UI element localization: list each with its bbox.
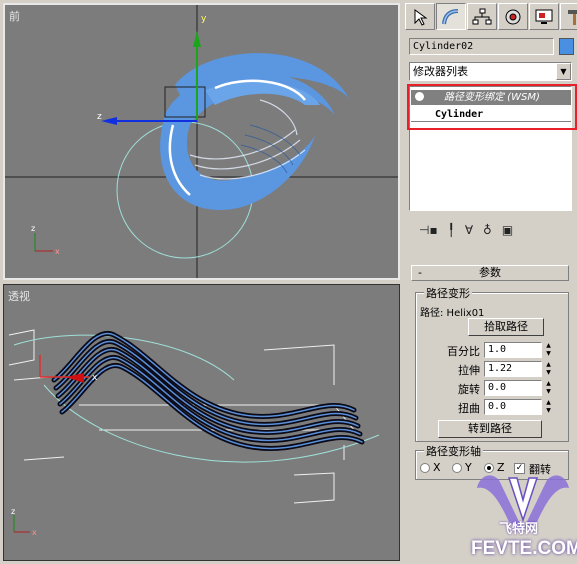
configure-sets-icon[interactable]: ▣	[502, 223, 513, 237]
fevte-watermark: 飞特网 FEVTE.COM	[469, 460, 577, 564]
twist-spinner-arrows[interactable]: ▲ ▼	[544, 399, 553, 415]
persp-corner-x-label: x	[32, 528, 37, 537]
hierarchy-tab[interactable]	[467, 3, 497, 30]
front-viewport-label[interactable]: 前	[9, 8, 20, 24]
front-corner-x-label: x	[55, 247, 60, 256]
pick-path-button[interactable]: 拾取路径	[468, 318, 544, 336]
chevron-down-icon[interactable]: ▼	[556, 63, 571, 80]
stretch-spinner-arrows[interactable]: ▲ ▼	[544, 361, 553, 377]
path-deform-group: 路径变形 路径: Helix01 拾取路径 百分比 1.0 ▲ ▼ 拉伸 1.22…	[415, 285, 569, 442]
axis-x-radio[interactable]	[420, 463, 430, 473]
perspective-viewport-scene: x z x	[8, 329, 380, 537]
twist-input[interactable]: 0.0	[484, 399, 542, 415]
create-cursor-icon	[414, 8, 428, 26]
front-viewport-scene: y z z x	[5, 5, 398, 278]
rotation-input[interactable]: 0.0	[484, 380, 542, 396]
modify-tab[interactable]	[436, 3, 466, 30]
percent-spinner-arrows[interactable]: ▲ ▼	[544, 342, 553, 358]
command-panel: Cylinder02 修改器列表 ▼ 路径变形绑定 (WSM) Cylinder…	[403, 0, 577, 564]
display-tab[interactable]	[529, 3, 559, 30]
perspective-viewport-label[interactable]: 透视	[8, 288, 30, 304]
utilities-tab[interactable]	[560, 3, 577, 30]
motion-tab[interactable]	[498, 3, 528, 30]
modifier-list-dropdown[interactable]: 修改器列表 ▼	[409, 62, 572, 81]
object-name-field[interactable]: Cylinder02	[409, 38, 554, 55]
move-to-path-button[interactable]: 转到路径	[438, 420, 542, 438]
utilities-hammer-icon	[568, 9, 577, 25]
create-tab[interactable]	[405, 3, 435, 30]
remove-modifier-icon[interactable]: ♁	[483, 223, 492, 237]
command-panel-tabs	[405, 3, 577, 30]
twist-label: 扭曲	[458, 402, 480, 415]
stretch-input[interactable]: 1.22	[484, 361, 542, 377]
rotation-label: 旋转	[458, 383, 480, 396]
parameters-rollout-title: 参数	[479, 266, 501, 279]
persp-gizmo-x-label: x	[92, 373, 98, 383]
gizmo-z-label: z	[97, 112, 102, 122]
watermark-site-name: 飞特网	[499, 522, 539, 537]
watermark-domain: FEVTE.COM	[471, 538, 577, 559]
axis-x-label: X	[433, 461, 441, 474]
persp-corner-z-label: z	[11, 507, 15, 516]
axis-y-radio[interactable]	[452, 463, 462, 473]
pin-stack-icon[interactable]: ⊣▪	[419, 223, 438, 237]
modify-bend-icon	[442, 8, 459, 24]
hierarchy-icon	[472, 8, 492, 24]
axis-group-title: 路径变形轴	[424, 443, 483, 459]
stretch-label: 拉伸	[458, 364, 480, 377]
make-unique-icon[interactable]: ∀	[465, 223, 473, 237]
path-name-text: 路径: Helix01	[420, 308, 485, 319]
red-highlight-box	[407, 84, 577, 130]
modifier-list-label: 修改器列表	[413, 65, 468, 78]
path-deform-group-title: 路径变形	[424, 285, 472, 301]
rotation-spinner-arrows[interactable]: ▲ ▼	[544, 380, 553, 396]
collapse-icon: -	[418, 266, 422, 279]
motion-icon	[505, 9, 521, 24]
front-corner-z-label: z	[31, 224, 35, 233]
display-monitor-icon	[535, 9, 553, 24]
parameters-rollout-header[interactable]: - 参数	[411, 265, 569, 281]
stack-tools: ⊣▪ ╿ ∀ ♁ ▣	[409, 219, 572, 241]
percent-label: 百分比	[447, 345, 480, 358]
show-end-result-icon[interactable]: ╿	[448, 223, 455, 237]
perspective-viewport[interactable]: x z x 透视	[3, 284, 400, 561]
percent-input[interactable]: 1.0	[484, 342, 542, 358]
object-color-swatch[interactable]	[559, 38, 574, 55]
gizmo-y-label: y	[201, 14, 207, 24]
front-viewport[interactable]: y z z x 前	[3, 3, 400, 280]
